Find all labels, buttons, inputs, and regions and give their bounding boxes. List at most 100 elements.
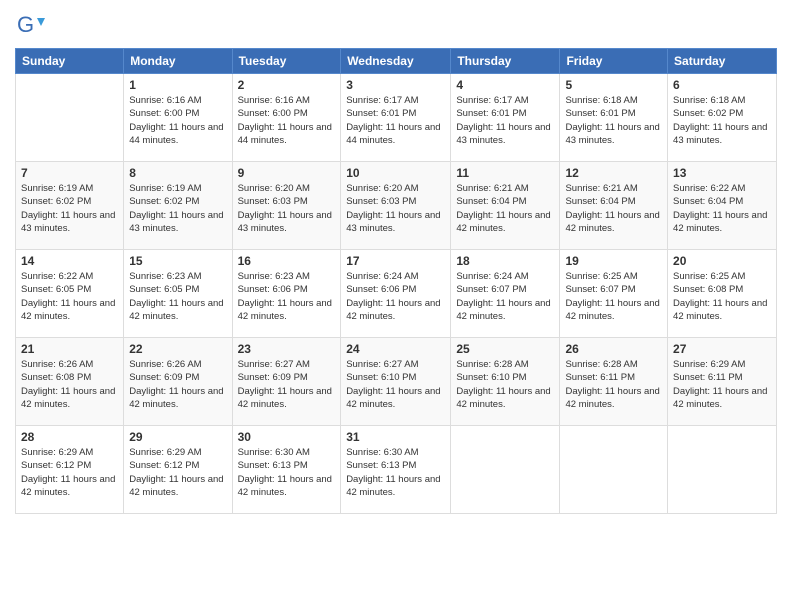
day-info: Sunrise: 6:25 AM Sunset: 6:08 PM Dayligh… — [673, 270, 771, 323]
calendar-day-cell: 25Sunrise: 6:28 AM Sunset: 6:10 PM Dayli… — [451, 338, 560, 426]
calendar-day-cell: 9Sunrise: 6:20 AM Sunset: 6:03 PM Daylig… — [232, 162, 341, 250]
calendar-day-cell: 7 Sunrise: 6:19 AM Sunset: 6:02 PM Daylig… — [16, 162, 124, 250]
day-info: Sunrise: 6:19 AM Sunset: 6:02 PM Dayligh… — [21, 182, 118, 235]
day-number: 10 — [346, 166, 445, 180]
day-number: 18 — [456, 254, 554, 268]
day-number: 8 — [129, 166, 226, 180]
day-info: Sunrise: 6:16 AM Sunset: 6:00 PM Dayligh… — [238, 94, 336, 147]
calendar-day-cell: 17 Sunrise: 6:24 AM Sunset: 6:06 PM Dayli… — [341, 250, 451, 338]
day-info: Sunrise: 6:18 AM Sunset: 6:02 PM Dayligh… — [673, 94, 771, 147]
day-info: Sunrise: 6:24 AM Sunset: 6:07 PM Dayligh… — [456, 270, 554, 323]
calendar-day-cell: 31Sunrise: 6:30 AM Sunset: 6:13 PM Dayli… — [341, 426, 451, 514]
calendar-header-row: SundayMondayTuesdayWednesdayThursdayFrid… — [16, 49, 777, 74]
day-number: 3 — [346, 78, 445, 92]
calendar-day-cell: 16 Sunrise: 6:23 AM Sunset: 6:06 PM Dayli… — [232, 250, 341, 338]
calendar-day-cell: 6Sunrise: 6:18 AM Sunset: 6:02 PM Daylig… — [668, 74, 777, 162]
day-info: Sunrise: 6:20 AM Sunset: 6:03 PM Dayligh… — [238, 182, 336, 235]
calendar-week-row: 7 Sunrise: 6:19 AM Sunset: 6:02 PM Daylig… — [16, 162, 777, 250]
day-number: 2 — [238, 78, 336, 92]
calendar-day-cell: 14 Sunrise: 6:22 AM Sunset: 6:05 PM Dayli… — [16, 250, 124, 338]
calendar-day-cell: 12 Sunrise: 6:21 AM Sunset: 6:04 PM Dayli… — [560, 162, 668, 250]
calendar-day-cell: 27 Sunrise: 6:29 AM Sunset: 6:11 PM Dayli… — [668, 338, 777, 426]
calendar-day-cell — [560, 426, 668, 514]
day-number: 15 — [129, 254, 226, 268]
calendar-day-header: Monday — [124, 49, 232, 74]
calendar-day-cell: 11Sunrise: 6:21 AM Sunset: 6:04 PM Dayli… — [451, 162, 560, 250]
calendar-day-cell: 21 Sunrise: 6:26 AM Sunset: 6:08 PM Dayli… — [16, 338, 124, 426]
calendar-day-cell: 1Sunrise: 6:16 AM Sunset: 6:00 PM Daylig… — [124, 74, 232, 162]
day-number: 11 — [456, 166, 554, 180]
day-number: 22 — [129, 342, 226, 356]
day-info: Sunrise: 6:30 AM Sunset: 6:13 PM Dayligh… — [238, 446, 336, 499]
day-info: Sunrise: 6:29 AM Sunset: 6:11 PM Dayligh… — [673, 358, 771, 411]
day-number: 5 — [565, 78, 662, 92]
logo-icon: G — [15, 10, 45, 40]
calendar-day-header: Tuesday — [232, 49, 341, 74]
calendar-day-cell: 15 Sunrise: 6:23 AM Sunset: 6:05 PM Dayli… — [124, 250, 232, 338]
day-number: 27 — [673, 342, 771, 356]
day-info: Sunrise: 6:20 AM Sunset: 6:03 PM Dayligh… — [346, 182, 445, 235]
day-info: Sunrise: 6:23 AM Sunset: 6:06 PM Dayligh… — [238, 270, 336, 323]
calendar-day-cell — [451, 426, 560, 514]
calendar-day-cell: 29 Sunrise: 6:29 AM Sunset: 6:12 PM Dayli… — [124, 426, 232, 514]
calendar-week-row: 21 Sunrise: 6:26 AM Sunset: 6:08 PM Dayli… — [16, 338, 777, 426]
day-info: Sunrise: 6:28 AM Sunset: 6:11 PM Dayligh… — [565, 358, 662, 411]
day-number: 21 — [21, 342, 118, 356]
calendar-day-header: Saturday — [668, 49, 777, 74]
calendar-week-row: 28Sunrise: 6:29 AM Sunset: 6:12 PM Dayli… — [16, 426, 777, 514]
page: G SundayMondayTuesdayWednesdayThursdayFr… — [0, 0, 792, 612]
calendar-day-cell: 26Sunrise: 6:28 AM Sunset: 6:11 PM Dayli… — [560, 338, 668, 426]
calendar-day-header: Friday — [560, 49, 668, 74]
day-number: 29 — [129, 430, 226, 444]
day-info: Sunrise: 6:22 AM Sunset: 6:05 PM Dayligh… — [21, 270, 118, 323]
calendar-day-cell: 30Sunrise: 6:30 AM Sunset: 6:13 PM Dayli… — [232, 426, 341, 514]
calendar-week-row: 1 Sunrise: 6:16 AM Sunset: 6:00 PM Daylig… — [16, 74, 777, 162]
day-number: 4 — [456, 78, 554, 92]
calendar-day-cell: 5 Sunrise: 6:18 AM Sunset: 6:01 PM Daylig… — [560, 74, 668, 162]
day-number: 12 — [565, 166, 662, 180]
calendar-day-cell: 23Sunrise: 6:27 AM Sunset: 6:09 PM Dayli… — [232, 338, 341, 426]
calendar-day-cell — [668, 426, 777, 514]
day-info: Sunrise: 6:18 AM Sunset: 6:01 PM Dayligh… — [565, 94, 662, 147]
day-info: Sunrise: 6:17 AM Sunset: 6:01 PM Dayligh… — [346, 94, 445, 147]
day-info: Sunrise: 6:21 AM Sunset: 6:04 PM Dayligh… — [565, 182, 662, 235]
calendar-day-header: Sunday — [16, 49, 124, 74]
calendar-day-cell: 2 Sunrise: 6:16 AM Sunset: 6:00 PM Daylig… — [232, 74, 341, 162]
day-number: 25 — [456, 342, 554, 356]
day-number: 1 — [129, 78, 226, 92]
day-info: Sunrise: 6:25 AM Sunset: 6:07 PM Dayligh… — [565, 270, 662, 323]
calendar-day-cell — [16, 74, 124, 162]
day-number: 31 — [346, 430, 445, 444]
day-number: 19 — [565, 254, 662, 268]
calendar-day-cell: 18 Sunrise: 6:24 AM Sunset: 6:07 PM Dayli… — [451, 250, 560, 338]
svg-text:G: G — [17, 12, 34, 37]
day-number: 20 — [673, 254, 771, 268]
day-info: Sunrise: 6:26 AM Sunset: 6:09 PM Dayligh… — [129, 358, 226, 411]
day-number: 14 — [21, 254, 118, 268]
calendar-day-cell: 20 Sunrise: 6:25 AM Sunset: 6:08 PM Dayli… — [668, 250, 777, 338]
day-info: Sunrise: 6:26 AM Sunset: 6:08 PM Dayligh… — [21, 358, 118, 411]
calendar-day-cell: 10 Sunrise: 6:20 AM Sunset: 6:03 PM Dayli… — [341, 162, 451, 250]
day-info: Sunrise: 6:17 AM Sunset: 6:01 PM Dayligh… — [456, 94, 554, 147]
day-info: Sunrise: 6:23 AM Sunset: 6:05 PM Dayligh… — [129, 270, 226, 323]
calendar-day-cell: 24Sunrise: 6:27 AM Sunset: 6:10 PM Dayli… — [341, 338, 451, 426]
calendar-day-cell: 13Sunrise: 6:22 AM Sunset: 6:04 PM Dayli… — [668, 162, 777, 250]
day-number: 7 — [21, 166, 118, 180]
day-info: Sunrise: 6:29 AM Sunset: 6:12 PM Dayligh… — [129, 446, 226, 499]
day-number: 16 — [238, 254, 336, 268]
calendar-day-header: Wednesday — [341, 49, 451, 74]
day-info: Sunrise: 6:27 AM Sunset: 6:09 PM Dayligh… — [238, 358, 336, 411]
day-info: Sunrise: 6:29 AM Sunset: 6:12 PM Dayligh… — [21, 446, 118, 499]
day-number: 17 — [346, 254, 445, 268]
calendar-day-cell: 3 Sunrise: 6:17 AM Sunset: 6:01 PM Daylig… — [341, 74, 451, 162]
logo: G — [15, 10, 49, 40]
day-info: Sunrise: 6:27 AM Sunset: 6:10 PM Dayligh… — [346, 358, 445, 411]
calendar-table: SundayMondayTuesdayWednesdayThursdayFrid… — [15, 48, 777, 514]
calendar-day-cell: 8 Sunrise: 6:19 AM Sunset: 6:02 PM Daylig… — [124, 162, 232, 250]
day-info: Sunrise: 6:24 AM Sunset: 6:06 PM Dayligh… — [346, 270, 445, 323]
calendar-day-cell: 4 Sunrise: 6:17 AM Sunset: 6:01 PM Daylig… — [451, 74, 560, 162]
day-info: Sunrise: 6:19 AM Sunset: 6:02 PM Dayligh… — [129, 182, 226, 235]
calendar-day-header: Thursday — [451, 49, 560, 74]
calendar-day-cell: 19 Sunrise: 6:25 AM Sunset: 6:07 PM Dayli… — [560, 250, 668, 338]
calendar-day-cell: 22 Sunrise: 6:26 AM Sunset: 6:09 PM Dayli… — [124, 338, 232, 426]
